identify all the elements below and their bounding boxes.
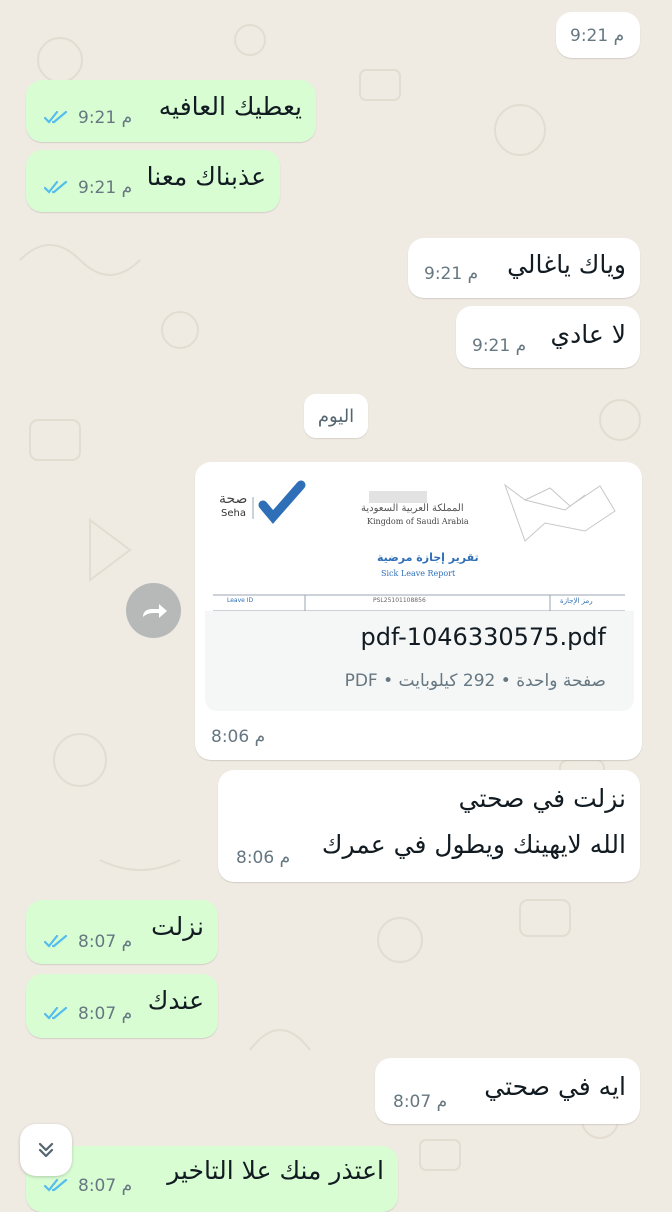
scroll-to-bottom-button[interactable]: [20, 1124, 72, 1176]
message-bubble-sent[interactable]: اعتذر منك علا التاخير 8:07 م: [26, 1146, 398, 1212]
message-time: 9:21 م: [78, 178, 133, 198]
message-bubble-received[interactable]: وياك ياغالي 9:21 م: [408, 238, 640, 298]
message-bubble-received[interactable]: لا عادي 9:21 م: [456, 306, 640, 368]
message-time: 8:07 م: [78, 1004, 133, 1024]
message-time: 8:07 م: [393, 1092, 448, 1112]
date-separator: اليوم: [304, 394, 368, 438]
message-bubble-received[interactable]: 9:21 م: [556, 12, 640, 58]
message-bubble-sent[interactable]: يعطيك العافيه 9:21 م: [26, 80, 316, 142]
double-chevron-down-icon: [38, 1142, 54, 1158]
document-preview: صحة Seha المملكة العربية السعودية Kingdo…: [205, 475, 634, 611]
seha-logo: [213, 480, 625, 611]
forward-button[interactable]: [126, 583, 181, 638]
message-text-line2: الله لايهينك ويطول في عمرك: [321, 830, 626, 859]
double-check-read-icon: [44, 1179, 68, 1192]
message-time: 8:07 م: [78, 932, 133, 952]
seha-arabic: صحة: [219, 491, 248, 507]
message-text: ايه في صحتي: [484, 1072, 626, 1101]
message-bubble-received[interactable]: نزلت في صحتي الله لايهينك ويطول في عمرك …: [218, 770, 640, 882]
message-text: يعطيك العافيه: [158, 92, 302, 121]
message-time: 8:06 م: [211, 727, 266, 747]
leave-id-value: PSL25101108856: [373, 597, 426, 604]
document-filename: pdf-1046330575.pdf: [360, 623, 606, 651]
document-message-bubble[interactable]: صحة Seha المملكة العربية السعودية Kingdo…: [195, 462, 642, 760]
message-bubble-sent[interactable]: عذبناك معنا 9:21 م: [26, 150, 280, 212]
message-time: 9:21 م: [78, 108, 133, 128]
report-title-english: Sick Leave Report: [381, 569, 456, 578]
message-text: عندك: [147, 986, 204, 1015]
message-text: لا عادي: [550, 320, 626, 349]
report-title-arabic: تقرير إجازة مرضية: [377, 551, 479, 564]
message-text: نزلت: [151, 912, 204, 941]
document-info: صفحة واحدة • 292 كيلوبايت • PDF: [344, 671, 606, 691]
message-time: 9:21 م: [424, 264, 479, 284]
leave-id-label: Leave ID: [227, 597, 254, 604]
leave-id-label-arabic: رمز الإجازة: [560, 597, 593, 605]
kingdom-arabic: المملكة العربية السعودية: [361, 503, 464, 514]
message-time: 8:06 م: [236, 848, 291, 868]
message-bubble-sent[interactable]: عندك 8:07 م: [26, 974, 218, 1038]
forward-arrow-icon: [142, 603, 167, 618]
message-text: اعتذر منك علا التاخير: [167, 1156, 384, 1185]
seha-latin: Seha: [221, 508, 246, 519]
double-check-read-icon: [44, 181, 68, 194]
message-text: نزلت في صحتي: [458, 784, 626, 813]
double-check-read-icon: [44, 935, 68, 948]
document-attachment[interactable]: صحة Seha المملكة العربية السعودية Kingdo…: [205, 475, 634, 711]
message-bubble-sent[interactable]: نزلت 8:07 م: [26, 900, 218, 964]
message-time: 9:21 م: [570, 26, 625, 46]
message-bubble-received[interactable]: ايه في صحتي 8:07 م: [375, 1058, 640, 1124]
message-time: 8:07 م: [78, 1176, 133, 1196]
message-text: وياك ياغالي: [507, 250, 626, 279]
double-check-read-icon: [44, 111, 68, 124]
message-text: عذبناك معنا: [146, 162, 266, 191]
message-time: 9:21 م: [472, 336, 527, 356]
double-check-read-icon: [44, 1007, 68, 1020]
kingdom-english: Kingdom of Saudi Arabia: [367, 517, 469, 526]
